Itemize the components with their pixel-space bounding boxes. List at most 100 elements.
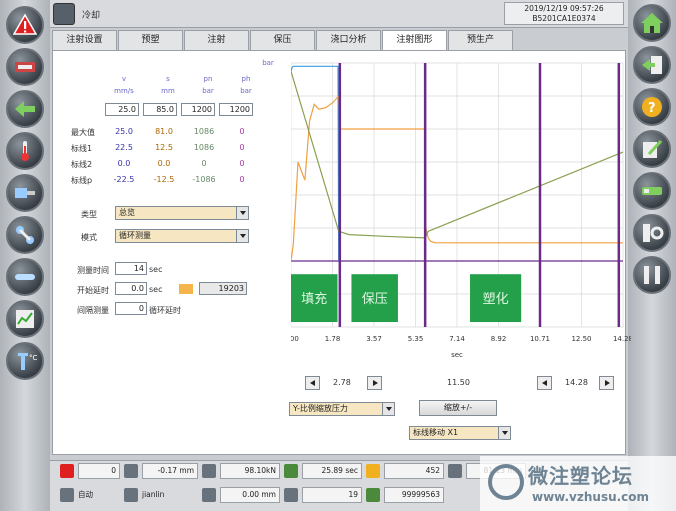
interval-input[interactable]: 0 [115, 302, 147, 315]
tab-pre-production[interactable]: 预生产 [448, 30, 513, 50]
help-button[interactable]: ? [633, 88, 671, 126]
position-icon [124, 464, 138, 478]
start-delay-label: 开始延时 [77, 286, 109, 295]
mode-select[interactable]: 循环测量 [115, 229, 249, 243]
datetime: 2019/12/19 09:57:26 [524, 4, 604, 13]
temperature-control-button[interactable]: °C [6, 342, 44, 380]
tab-injection-graph[interactable]: 注射图形 [382, 30, 447, 51]
measure-time-input[interactable]: 14 [115, 262, 147, 275]
input-s-scale[interactable]: 85.0 [143, 103, 177, 116]
watermark-title: 微注塑论坛 [528, 464, 633, 488]
ejector-position: 0.00 mm [220, 487, 280, 503]
move-button[interactable] [6, 90, 44, 128]
injection-icon [15, 188, 35, 198]
x-axis-label: sec [451, 351, 463, 359]
machine-mode-text: 冷却 [82, 11, 101, 21]
nav-left-prev-button[interactable] [305, 376, 320, 390]
input-v-scale[interactable]: 25.0 [105, 103, 139, 116]
edit-button[interactable] [633, 130, 671, 168]
nav-right-next-button[interactable] [599, 376, 614, 390]
date-time-display: 2019/12/19 09:57:26 B5201CA1E0374 [504, 2, 624, 25]
start-delay-input[interactable]: 0.0 [115, 282, 147, 295]
usb-icon [642, 187, 662, 195]
chevron-down-icon [382, 403, 394, 415]
clamp-force: 98.10kN [220, 463, 280, 479]
phase-label: 塑化 [483, 292, 509, 307]
param-header-v: v [121, 75, 127, 83]
mode-value: 循环测量 [119, 231, 151, 240]
tab-gate-analysis[interactable]: 浇口分析 [316, 30, 381, 50]
chevron-down-icon [236, 207, 248, 219]
measure-time-unit: sec [149, 265, 163, 274]
markerp-pn: -1086 [192, 175, 216, 184]
input-ph-scale[interactable]: 1200 [219, 103, 253, 116]
mold-button[interactable] [6, 48, 44, 86]
interval-unit: 循环延时 [149, 306, 181, 315]
curve-select[interactable]: Y-比例缩放压力 [289, 402, 395, 416]
max-s: 81.0 [155, 127, 173, 136]
phase-label: 填充 [301, 291, 327, 307]
max-pn: 1086 [193, 127, 215, 136]
usb-button[interactable] [633, 172, 671, 210]
cycle-time-icon [284, 464, 298, 478]
cycle-counter-icon [179, 284, 193, 294]
quality-button[interactable] [6, 300, 44, 338]
mode-label: 模式 [81, 233, 97, 242]
param-header-pn: pn [203, 75, 213, 83]
marker-value: 标线移动 X1 [413, 428, 459, 437]
robot-button[interactable] [6, 216, 44, 254]
heating-button[interactable] [6, 132, 44, 170]
x-tick-label: 14.28 [613, 335, 631, 343]
user-name: jianlin [142, 490, 165, 499]
marker2-pn: 0 [201, 159, 207, 168]
tab-plasticizing[interactable]: 预塑 [118, 30, 183, 50]
settings-button[interactable] [633, 214, 671, 252]
x-tick-label: 0.00 [291, 335, 299, 343]
tab-holding-pressure[interactable]: 保压 [250, 30, 315, 50]
svg-text:°C: °C [29, 354, 38, 362]
shot-count: 452 [384, 463, 444, 479]
type-label: 类型 [81, 210, 97, 219]
tools-button[interactable] [633, 256, 671, 294]
main-panel: bar v s pn ph mm/s mm bar bar 25.0 85.0 … [52, 50, 631, 455]
nav-left-next-button[interactable] [367, 376, 382, 390]
x-tick-label: 8.92 [491, 335, 507, 343]
marker2-ph: 0 [239, 159, 245, 168]
type-value: 总览 [119, 208, 135, 217]
alarm-count: 0 [78, 463, 120, 479]
tab-bar: 注射设置 预塑 注射 保压 浇口分析 注射图形 预生产 [52, 30, 514, 51]
machine-mode-icon [53, 3, 75, 25]
right-sidebar: ? [628, 0, 676, 511]
home-button[interactable] [633, 4, 671, 42]
login-icon [642, 56, 662, 74]
watermark: 微注塑论坛 www.vzhusu.com [480, 456, 676, 511]
temperature-icon: °C [18, 353, 38, 370]
marker2-s: 0.0 [157, 159, 171, 168]
row-label-markerp: 标线p [71, 176, 93, 185]
tab-injection-setup[interactable]: 注射设置 [52, 30, 117, 50]
nav-right-prev-button[interactable] [537, 376, 552, 390]
injection-unit-button[interactable] [6, 174, 44, 212]
nav-right-value: 14.28 [565, 378, 588, 387]
marker-select[interactable]: 标线移动 X1 [409, 426, 511, 440]
tab-injection[interactable]: 注射 [184, 30, 249, 50]
param-unit-pn: bar [202, 87, 214, 95]
login-button[interactable] [633, 46, 671, 84]
nav-left-value: 2.78 [333, 378, 351, 387]
auto-mode-icon [60, 488, 74, 502]
screw-position: -0.17 mm [142, 463, 198, 479]
good-parts-icon [366, 488, 380, 502]
screw-button[interactable] [6, 258, 44, 296]
left-sidebar: °C [0, 0, 50, 511]
input-pn-scale[interactable]: 1200 [181, 103, 215, 116]
alarm-button[interactable] [6, 6, 44, 44]
markerp-v: -22.5 [113, 175, 135, 184]
param-unit-s: mm [161, 87, 175, 95]
measure-time-label: 测量时间 [77, 266, 109, 275]
type-select[interactable]: 总览 [115, 206, 249, 220]
chart-icon [16, 310, 34, 328]
max-ph: 0 [239, 127, 245, 136]
interval-label: 间隔测量 [77, 306, 109, 315]
zoom-button[interactable]: 缩放+/- [419, 400, 497, 416]
edit-icon [643, 139, 663, 158]
